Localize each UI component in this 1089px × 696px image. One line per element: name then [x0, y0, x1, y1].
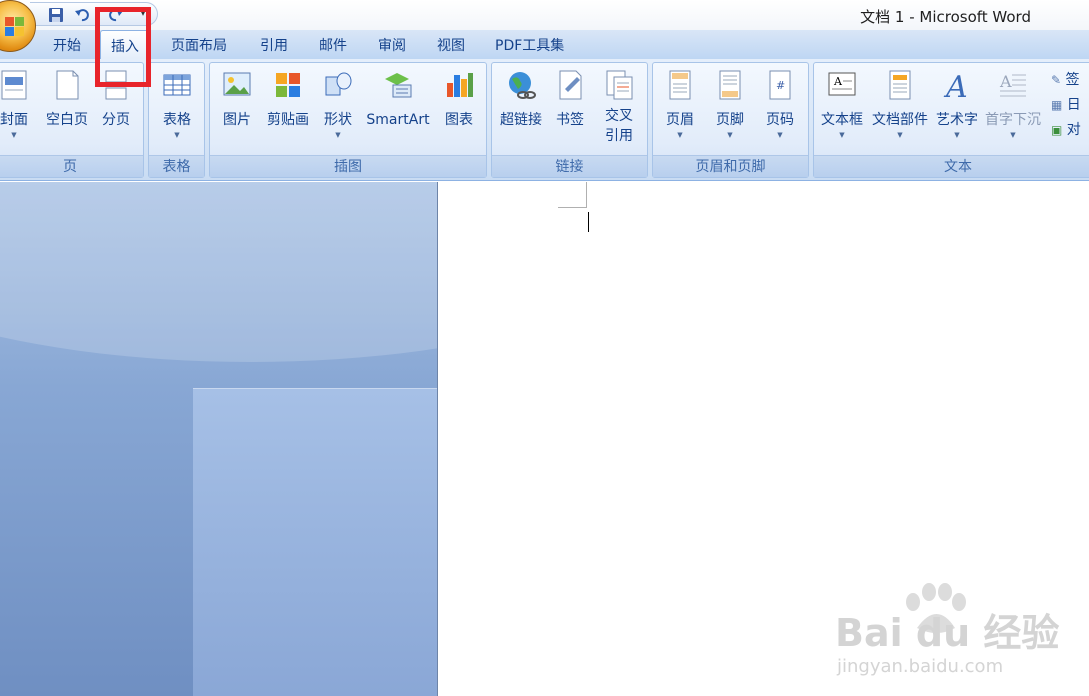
window-title: 文档 1 - Microsoft Word: [860, 8, 1031, 26]
background-panel: [193, 388, 437, 696]
chart-icon: [444, 69, 474, 101]
dropcap-button[interactable]: A 首字下沉 ▼: [982, 69, 1044, 139]
ribbon-tabs: 开始 插入 页面布局 引用 邮件 审阅 视图 PDF工具集: [0, 30, 1089, 60]
blank-page-button[interactable]: 空白页: [41, 69, 93, 129]
svg-text:A: A: [999, 72, 1012, 91]
save-icon[interactable]: [48, 7, 64, 23]
group-tables: 表格 ▼ 表格: [148, 62, 205, 178]
group-label-text: 文本: [814, 155, 1089, 177]
table-button[interactable]: 表格 ▼: [157, 69, 197, 139]
textbox-icon: A: [827, 69, 857, 101]
bookmark-button[interactable]: 书签: [552, 69, 588, 129]
dropdown-arrow-icon: ▼: [335, 131, 341, 139]
header-icon: [665, 69, 695, 101]
quick-access-toolbar: ▾: [30, 2, 158, 26]
undo-icon[interactable]: [74, 7, 90, 23]
page-number-button[interactable]: # 页码 ▼: [761, 69, 799, 139]
office-logo-icon: [5, 17, 24, 36]
page-break-button[interactable]: 分页: [98, 69, 134, 129]
footer-button[interactable]: 页脚 ▼: [711, 69, 749, 139]
svg-text:A: A: [943, 70, 968, 101]
quick-parts-icon: [885, 69, 915, 101]
signature-line-button[interactable]: ✎ 签: [1051, 69, 1080, 89]
dropdown-arrow-icon: ▼: [174, 131, 180, 139]
footer-icon: [715, 69, 745, 101]
quick-parts-button[interactable]: 文档部件 ▼: [870, 69, 930, 139]
cross-reference-button[interactable]: 交叉 引用: [600, 69, 638, 145]
svg-text:#: #: [776, 79, 785, 92]
group-links: 超链接 书签 交叉 引用 链接: [491, 62, 648, 178]
dropdown-arrow-icon: ▼: [11, 131, 17, 139]
group-text: A 文本框 ▼ 文档部件 ▼ A 艺术字 ▼ A 首字下沉 ▼ ✎ 签 ▦ 日 …: [813, 62, 1089, 178]
textbox-button[interactable]: A 文本框 ▼: [817, 69, 867, 139]
cross-reference-icon: [604, 69, 634, 101]
wordart-button[interactable]: A 艺术字 ▼: [932, 69, 982, 139]
watermark-brand: Bai du 经验: [835, 611, 1060, 655]
picture-icon: [222, 69, 252, 101]
dropdown-arrow-icon: ▼: [839, 131, 845, 139]
header-button[interactable]: 页眉 ▼: [661, 69, 699, 139]
dropdown-arrow-icon: ▼: [677, 131, 683, 139]
datetime-button[interactable]: ▦ 日: [1051, 94, 1081, 114]
cover-page-icon: [0, 69, 29, 101]
dropcap-icon: A: [998, 69, 1028, 101]
dropdown-arrow-icon: ▼: [1010, 131, 1016, 139]
smartart-icon: [383, 69, 413, 101]
tab-home[interactable]: 开始: [53, 35, 81, 55]
hyperlink-button[interactable]: 超链接: [495, 69, 547, 129]
bookmark-icon: [555, 69, 585, 101]
background-swoosh: [0, 182, 437, 362]
smartart-button[interactable]: SmartArt: [363, 69, 433, 129]
group-illustrations: 图片 剪贴画 形状 ▼ SmartArt 图表 插图: [209, 62, 487, 178]
group-label-links: 链接: [492, 155, 647, 177]
group-label-illustrations: 插图: [210, 155, 486, 177]
group-label-tables: 表格: [149, 155, 204, 177]
tab-mailings[interactable]: 邮件: [319, 35, 347, 55]
calendar-icon: ▦: [1051, 98, 1063, 112]
tab-references[interactable]: 引用: [260, 35, 288, 55]
group-label-header-footer: 页眉和页脚: [653, 155, 808, 177]
shapes-button[interactable]: 形状 ▼: [318, 69, 358, 139]
baidu-watermark: Bai du 经验 jingyan.baidu.com: [835, 580, 1085, 690]
picture-button[interactable]: 图片: [218, 69, 256, 129]
table-icon: [162, 69, 192, 101]
tab-pdf-tools[interactable]: PDF工具集: [495, 35, 564, 55]
wordart-icon: A: [942, 69, 972, 105]
globe-link-icon: [506, 69, 536, 101]
tab-insert[interactable]: 插入: [100, 30, 150, 60]
group-label-pages: 页: [0, 155, 143, 177]
document-background: [0, 182, 437, 696]
group-header-footer: 页眉 ▼ 页脚 ▼ # 页码 ▼ 页眉和页脚: [652, 62, 809, 178]
group-pages: 封面 ▼ 空白页 分页 页: [0, 62, 144, 178]
dropdown-arrow-icon: ▼: [897, 131, 903, 139]
tab-review[interactable]: 审阅: [378, 35, 406, 55]
page-number-icon: #: [765, 69, 795, 101]
dropdown-arrow-icon: ▼: [954, 131, 960, 139]
tab-page-layout[interactable]: 页面布局: [171, 35, 227, 55]
redo-icon[interactable]: [108, 7, 124, 23]
clipart-icon: [273, 69, 303, 101]
watermark-url: jingyan.baidu.com: [837, 656, 1004, 677]
dropdown-arrow-icon: ▼: [727, 131, 733, 139]
cover-page-button[interactable]: 封面 ▼: [0, 69, 33, 139]
margin-corner-mark: [558, 207, 587, 208]
text-cursor: [588, 212, 589, 232]
dropdown-arrow-icon: ▼: [777, 131, 783, 139]
qat-customize-icon[interactable]: ▾: [140, 5, 146, 19]
ribbon: 封面 ▼ 空白页 分页 页 表格 ▼ 表格 图片 剪贴画 形状 ▼ SmartA…: [0, 59, 1089, 181]
object-icon: ▣: [1051, 123, 1063, 137]
svg-text:A: A: [833, 75, 843, 88]
page-break-icon: [101, 69, 131, 101]
shapes-icon: [323, 69, 353, 101]
chart-button[interactable]: 图表: [440, 69, 478, 129]
title-bar: ▾ 文档 1 - Microsoft Word: [0, 0, 1089, 52]
signature-icon: ✎: [1051, 73, 1062, 87]
tab-view[interactable]: 视图: [437, 35, 465, 55]
clipart-button[interactable]: 剪贴画: [262, 69, 314, 129]
margin-corner-mark: [586, 182, 587, 207]
blank-page-icon: [52, 69, 82, 101]
object-button[interactable]: ▣ 对: [1051, 119, 1081, 139]
